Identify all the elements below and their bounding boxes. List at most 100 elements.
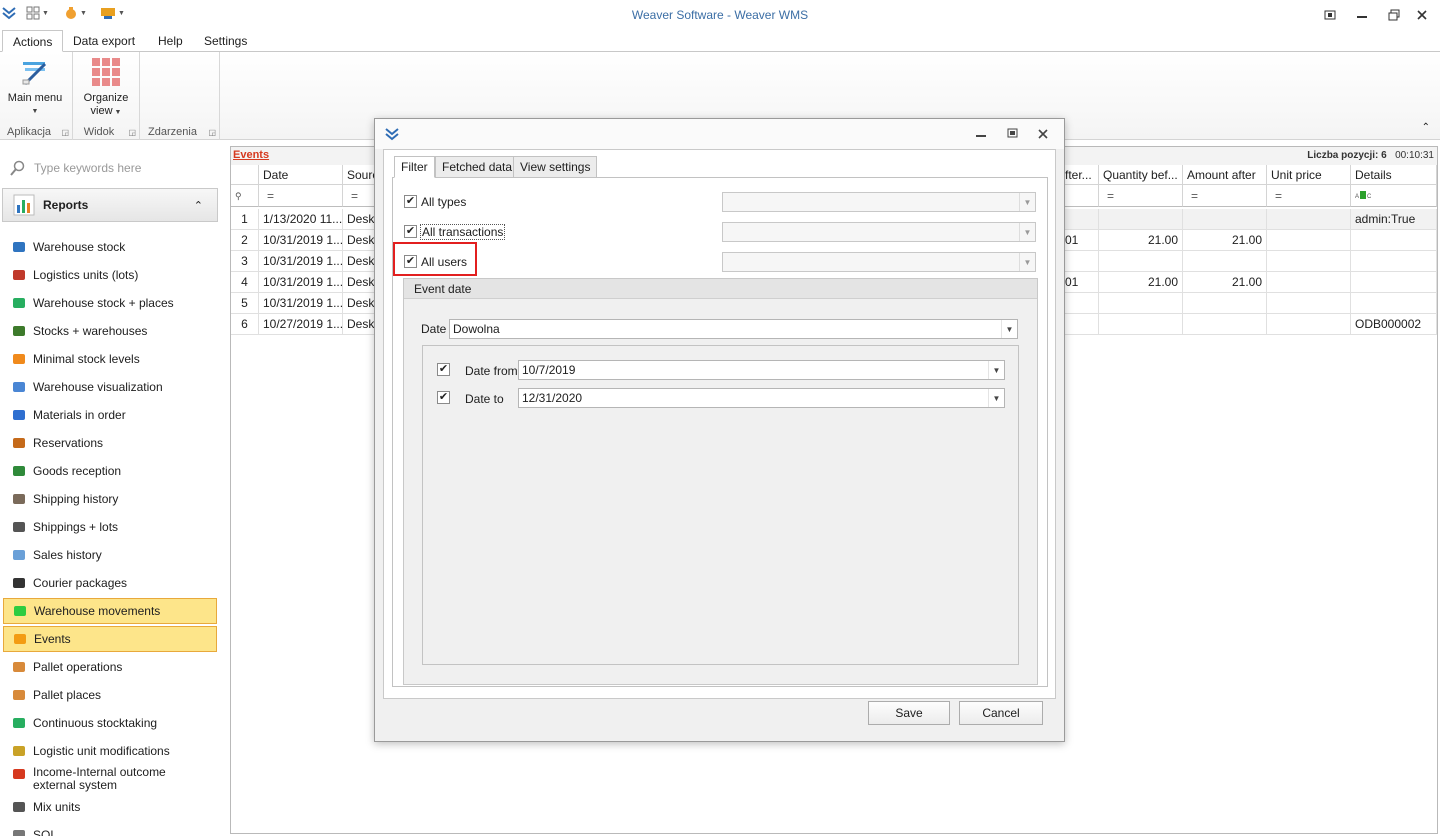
sidebar-item-minimal-stock-levels[interactable]: Minimal stock levels: [3, 346, 217, 372]
search-box[interactable]: Type keywords here: [10, 156, 215, 180]
cell-amount[interactable]: [1183, 209, 1267, 230]
cell-price[interactable]: [1267, 251, 1351, 272]
sidebar-item-goods-reception[interactable]: Goods reception: [3, 458, 217, 484]
filter-unit-price[interactable]: =: [1267, 185, 1351, 207]
col-details[interactable]: Details: [1351, 165, 1437, 185]
events-link[interactable]: Events: [233, 149, 269, 161]
dialog-launcher-icon[interactable]: ◲: [208, 128, 216, 137]
cell-qty[interactable]: 21.00: [1099, 230, 1183, 251]
cell-after[interactable]: 01: [1061, 272, 1099, 293]
cell-qty[interactable]: [1099, 209, 1183, 230]
reports-header[interactable]: Reports ⌃: [2, 188, 218, 222]
filter-source[interactable]: =: [343, 185, 377, 207]
sidebar-item-continuous-stocktaking[interactable]: Continuous stocktaking: [3, 710, 217, 736]
cell-after[interactable]: [1061, 251, 1099, 272]
tab-settings[interactable]: Settings: [194, 30, 257, 52]
date-to-checkbox[interactable]: ✔: [437, 391, 450, 404]
tab-view-settings[interactable]: View settings: [513, 156, 598, 178]
cell-amount[interactable]: 21.00: [1183, 230, 1267, 251]
cell-n[interactable]: 2: [231, 230, 259, 251]
cell-details[interactable]: [1351, 272, 1437, 293]
sidebar-item-stocks-warehouses[interactable]: Stocks + warehouses: [3, 318, 217, 344]
filter-amount-after[interactable]: =: [1183, 185, 1267, 207]
tab-actions[interactable]: Actions: [2, 30, 64, 52]
cell-n[interactable]: 6: [231, 314, 259, 335]
sidebar-item-reservations[interactable]: Reservations: [3, 430, 217, 456]
date-from-checkbox[interactable]: ✔: [437, 363, 450, 376]
cell-amount[interactable]: 21.00: [1183, 272, 1267, 293]
cell-price[interactable]: [1267, 272, 1351, 293]
cell-amount[interactable]: [1183, 251, 1267, 272]
screenshot-icon[interactable]: [1321, 6, 1339, 24]
cell-qty[interactable]: [1099, 293, 1183, 314]
main-menu-button[interactable]: Main menu ▼: [4, 56, 66, 118]
types-combo[interactable]: ▼: [722, 192, 1036, 212]
cell-n[interactable]: 3: [231, 251, 259, 272]
dialog-minimize-button[interactable]: [976, 128, 986, 141]
cell-price[interactable]: [1267, 314, 1351, 335]
tab-filter[interactable]: Filter: [394, 156, 435, 178]
cell-n[interactable]: 1: [231, 209, 259, 230]
cell-date[interactable]: 10/31/2019 1...: [259, 251, 343, 272]
all-types-checkbox[interactable]: ✔: [404, 195, 417, 208]
cell-details[interactable]: ODB000002: [1351, 314, 1437, 335]
minimize-button[interactable]: [1353, 6, 1371, 24]
cell-source[interactable]: Deskt: [343, 251, 377, 272]
cell-details[interactable]: admin:True: [1351, 209, 1437, 230]
organize-view-button[interactable]: Organize view ▼: [77, 56, 135, 119]
filter-quantity-before[interactable]: =: [1099, 185, 1183, 207]
col-quantity-before[interactable]: Quantity bef...: [1099, 165, 1183, 185]
sidebar-item-warehouse-movements[interactable]: Warehouse movements: [3, 598, 217, 624]
col-date[interactable]: Date: [259, 165, 343, 185]
cell-qty[interactable]: 21.00: [1099, 272, 1183, 293]
cell-after[interactable]: 01: [1061, 230, 1099, 251]
col-source[interactable]: Sourc: [343, 165, 377, 185]
cell-qty[interactable]: [1099, 314, 1183, 335]
chevron-up-icon[interactable]: ⌃: [194, 199, 203, 212]
cell-price[interactable]: [1267, 293, 1351, 314]
transactions-combo[interactable]: ▼: [722, 222, 1036, 242]
sidebar-item-events[interactable]: Events: [3, 626, 217, 652]
cell-amount[interactable]: [1183, 293, 1267, 314]
sidebar-item-courier-packages[interactable]: Courier packages: [3, 570, 217, 596]
col-after[interactable]: fter...: [1061, 165, 1099, 185]
cell-date[interactable]: 10/27/2019 1...: [259, 314, 343, 335]
sidebar-item-materials-in-order[interactable]: Materials in order: [3, 402, 217, 428]
col-amount-after[interactable]: Amount after: [1183, 165, 1267, 185]
filter-pin-icon[interactable]: ⚲: [231, 185, 259, 207]
date-to-input[interactable]: 12/31/2020 ▼: [518, 388, 1005, 408]
cell-price[interactable]: [1267, 230, 1351, 251]
sidebar-item-shipping-history[interactable]: Shipping history: [3, 486, 217, 512]
sidebar-item-warehouse-visualization[interactable]: Warehouse visualization: [3, 374, 217, 400]
date-from-input[interactable]: 10/7/2019 ▼: [518, 360, 1005, 380]
cell-qty[interactable]: [1099, 251, 1183, 272]
cell-n[interactable]: 5: [231, 293, 259, 314]
filter-details[interactable]: AC: [1351, 185, 1437, 207]
sidebar-item-shippings-lots[interactable]: Shippings + lots: [3, 514, 217, 540]
sidebar-item-sql[interactable]: SQL: [3, 822, 217, 836]
tab-help[interactable]: Help: [148, 30, 193, 52]
cell-source[interactable]: Deskt: [343, 293, 377, 314]
sidebar-item-mix-units[interactable]: Mix units: [3, 794, 217, 820]
sidebar-item-logistic-unit-modifications[interactable]: Logistic unit modifications: [3, 738, 217, 764]
cell-source[interactable]: Deskt: [343, 314, 377, 335]
tab-data-export[interactable]: Data export: [63, 30, 145, 52]
cell-date[interactable]: 10/31/2019 1...: [259, 293, 343, 314]
cell-amount[interactable]: [1183, 314, 1267, 335]
col-unit-price[interactable]: Unit price: [1267, 165, 1351, 185]
dialog-maximize-button[interactable]: [1007, 128, 1018, 141]
sidebar-item-income-internal-outcome-external-system[interactable]: Income-Internal outcome external system: [3, 766, 217, 796]
cell-details[interactable]: [1351, 230, 1437, 251]
cell-details[interactable]: [1351, 293, 1437, 314]
sidebar-item-warehouse-stock-places[interactable]: Warehouse stock + places: [3, 290, 217, 316]
cell-source[interactable]: Deskt: [343, 209, 377, 230]
save-button[interactable]: Save: [868, 701, 950, 725]
date-combo[interactable]: Dowolna ▼: [449, 319, 1018, 339]
tab-fetched-data[interactable]: Fetched data: [435, 156, 520, 178]
cell-details[interactable]: [1351, 251, 1437, 272]
cell-date[interactable]: 1/13/2020 11...: [259, 209, 343, 230]
dialog-launcher-icon[interactable]: ◲: [128, 128, 136, 137]
cell-after[interactable]: [1061, 293, 1099, 314]
filter-after[interactable]: [1061, 185, 1099, 207]
cell-source[interactable]: Deskt: [343, 272, 377, 293]
